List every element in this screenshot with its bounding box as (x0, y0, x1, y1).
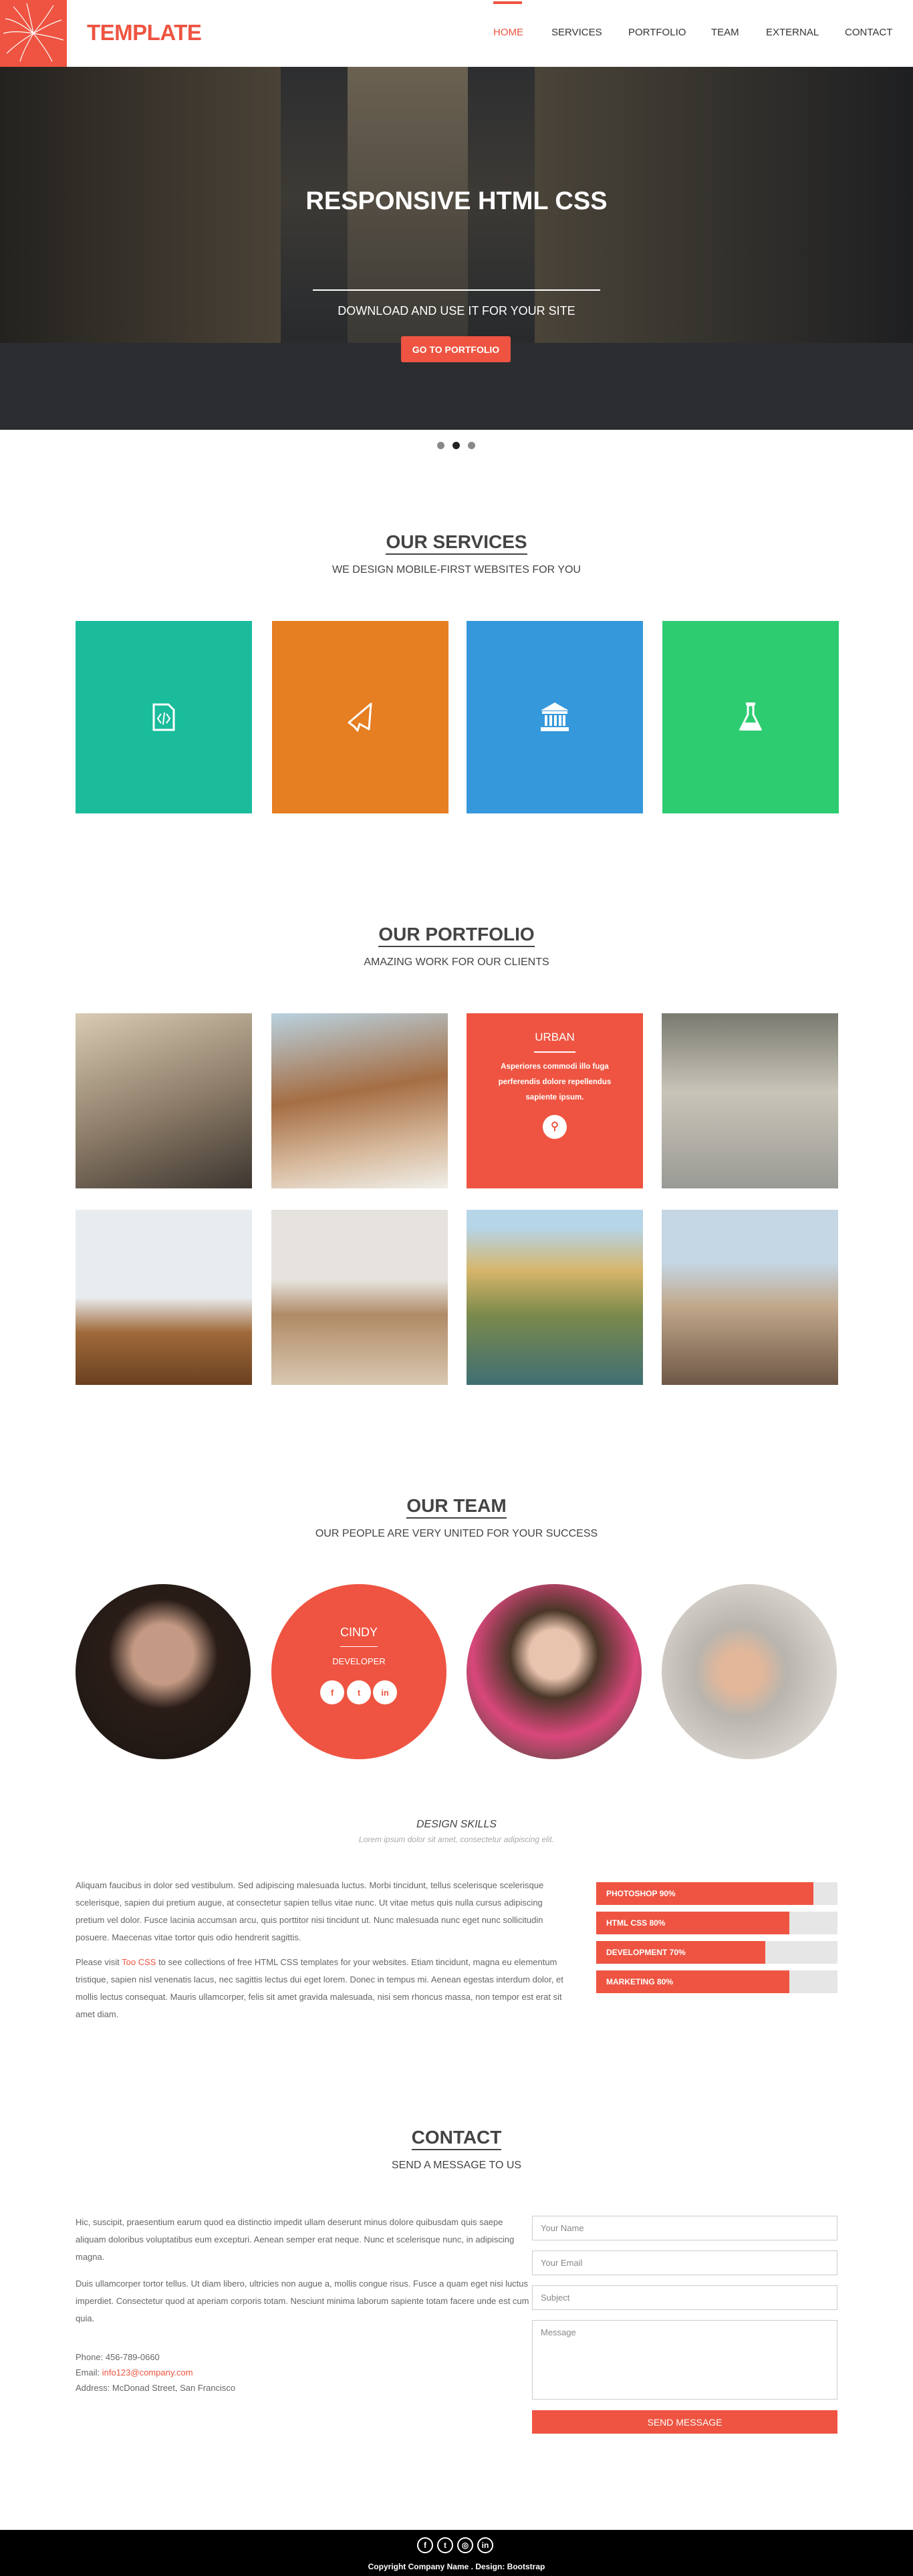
hero-divider (313, 289, 600, 291)
message-textarea[interactable]: Message (532, 2320, 837, 2400)
services-subtitle: WE DESIGN MOBILE-FIRST WEBSITES FOR YOU (332, 564, 581, 575)
team-member-role: DEVELOPER (332, 1656, 386, 1666)
slide-dot-3[interactable] (468, 442, 475, 449)
footer-linkedin-icon[interactable]: in (477, 2537, 493, 2553)
service-tile-4[interactable] (662, 621, 839, 813)
header: TEMPLATE HOME SERVICES PORTFOLIO TEAM EX… (0, 0, 913, 67)
linkedin-icon[interactable]: in (373, 1680, 397, 1704)
logo-icon[interactable] (0, 0, 67, 67)
footer-facebook-icon[interactable]: f (417, 2537, 433, 2553)
contact-paragraph-2: Duis ullamcorper tortor tellus. Ut diam … (76, 2279, 529, 2323)
skill-bar-fill: DEVELOPMENT 70% (596, 1941, 765, 1964)
skill-bar-marketing: MARKETING 80% (596, 1970, 837, 1993)
contact-address: Address: McDonad Street, San Francisco (76, 2383, 236, 2393)
hero-slider (0, 67, 913, 430)
paper-plane-icon (348, 702, 372, 732)
facebook-icon[interactable]: f (320, 1680, 344, 1704)
footer-twitter-icon[interactable]: t (437, 2537, 453, 2553)
file-code-icon (152, 703, 175, 731)
portfolio-subtitle: AMAZING WORK FOR OUR CLIENTS (364, 956, 549, 968)
skill-bar-photoshop: PHOTOSHOP 90% (596, 1882, 837, 1905)
skill-bar-fill: PHOTOSHOP 90% (596, 1882, 813, 1905)
portfolio-item-highland-cow[interactable] (271, 1210, 448, 1385)
flask-icon (739, 702, 763, 731)
portfolio-title: OUR PORTFOLIO (0, 924, 913, 947)
go-to-portfolio-button[interactable]: GO TO PORTFOLIO (401, 336, 511, 362)
zoom-search-icon[interactable]: ⚲ (543, 1115, 567, 1139)
portfolio-item-boat[interactable] (271, 1013, 448, 1188)
team-subtitle: OUR PEOPLE ARE VERY UNITED FOR YOUR SUCC… (315, 1528, 598, 1539)
hero-subtitle: DOWNLOAD AND USE IT FOR YOUR SITE (338, 304, 575, 317)
team-member-photo-3[interactable] (467, 1584, 642, 1759)
skill-bar-development: DEVELOPMENT 70% (596, 1941, 837, 1964)
contact-subtitle: SEND A MESSAGE TO US (391, 2160, 522, 2171)
email-link[interactable]: info123@company.com (102, 2367, 193, 2377)
skills-paragraph-1: Aliquam faucibus in dolor sed vestibulum… (76, 1880, 544, 1942)
footer-dribbble-icon[interactable]: ◎ (457, 2537, 473, 2553)
contact-title: CONTACT (0, 2127, 913, 2150)
service-tile-2[interactable] (272, 621, 448, 813)
team-member-name: CINDY (340, 1626, 378, 1639)
portfolio-item-laptop[interactable] (76, 1210, 252, 1385)
portfolio-item-canal[interactable] (467, 1210, 643, 1385)
portfolio-hover-title: URBAN (535, 1031, 575, 1043)
team-title: OUR TEAM (0, 1495, 913, 1519)
twitter-icon[interactable]: t (347, 1680, 371, 1704)
send-message-button[interactable]: SEND MESSAGE (532, 2410, 837, 2434)
nav-active-indicator (493, 1, 522, 4)
team-member-cindy[interactable]: CINDY DEVELOPER (271, 1584, 446, 1759)
skills-title: DESIGN SKILLS (416, 1819, 497, 1830)
portfolio-item-tricycle[interactable] (662, 1013, 838, 1188)
skills-subtitle: Lorem ipsum dolor sit amet, consectetur … (358, 1835, 555, 1844)
service-tile-1[interactable] (76, 621, 252, 813)
slide-dot-1[interactable] (437, 442, 444, 449)
nav-external[interactable]: EXTERNAL (766, 27, 819, 38)
nav-portfolio[interactable]: PORTFOLIO (628, 27, 686, 38)
skill-bar-fill: HTML CSS 80% (596, 1912, 789, 1934)
team-divider (340, 1646, 378, 1647)
team-member-photo-4[interactable] (662, 1584, 837, 1759)
brand-name[interactable]: TEMPLATE (87, 20, 202, 45)
portfolio-item-bicycles[interactable] (76, 1013, 252, 1188)
portfolio-item-urban[interactable]: URBAN Asperiores commodi illo fuga perfe… (467, 1013, 643, 1188)
team-member-photo-1[interactable] (76, 1584, 251, 1759)
subject-input[interactable]: Subject (532, 2285, 837, 2310)
skill-bar-fill: MARKETING 80% (596, 1970, 789, 1993)
bank-icon (541, 702, 569, 731)
contact-paragraph-1: Hic, suscipit, praesentium earum quod ea… (76, 2217, 515, 2262)
nav-contact[interactable]: CONTACT (845, 27, 892, 38)
services-title: OUR SERVICES (0, 531, 913, 555)
portfolio-hover-text: Asperiores commodi illo fuga perferendis… (498, 1063, 612, 1102)
portfolio-hover-divider (534, 1051, 575, 1053)
skill-bar-html-css: HTML CSS 80% (596, 1912, 837, 1934)
nav-team[interactable]: TEAM (711, 27, 739, 38)
portfolio-item-railway[interactable] (662, 1210, 838, 1385)
slide-dot-2-active[interactable] (452, 442, 460, 449)
service-tile-3[interactable] (467, 621, 643, 813)
nav-services[interactable]: SERVICES (551, 27, 602, 38)
nav-home[interactable]: HOME (493, 27, 523, 38)
too-css-link[interactable]: Too CSS (122, 1957, 156, 1967)
hero-title: RESPONSIVE HTML CSS (305, 187, 608, 215)
copyright: Copyright Company Name . Design: Bootstr… (368, 2562, 545, 2571)
skills-paragraph-2: Please visit Too CSS to see collections … (76, 1957, 563, 2019)
name-input[interactable]: Your Name (532, 2216, 837, 2240)
email-input[interactable]: Your Email (532, 2250, 837, 2275)
